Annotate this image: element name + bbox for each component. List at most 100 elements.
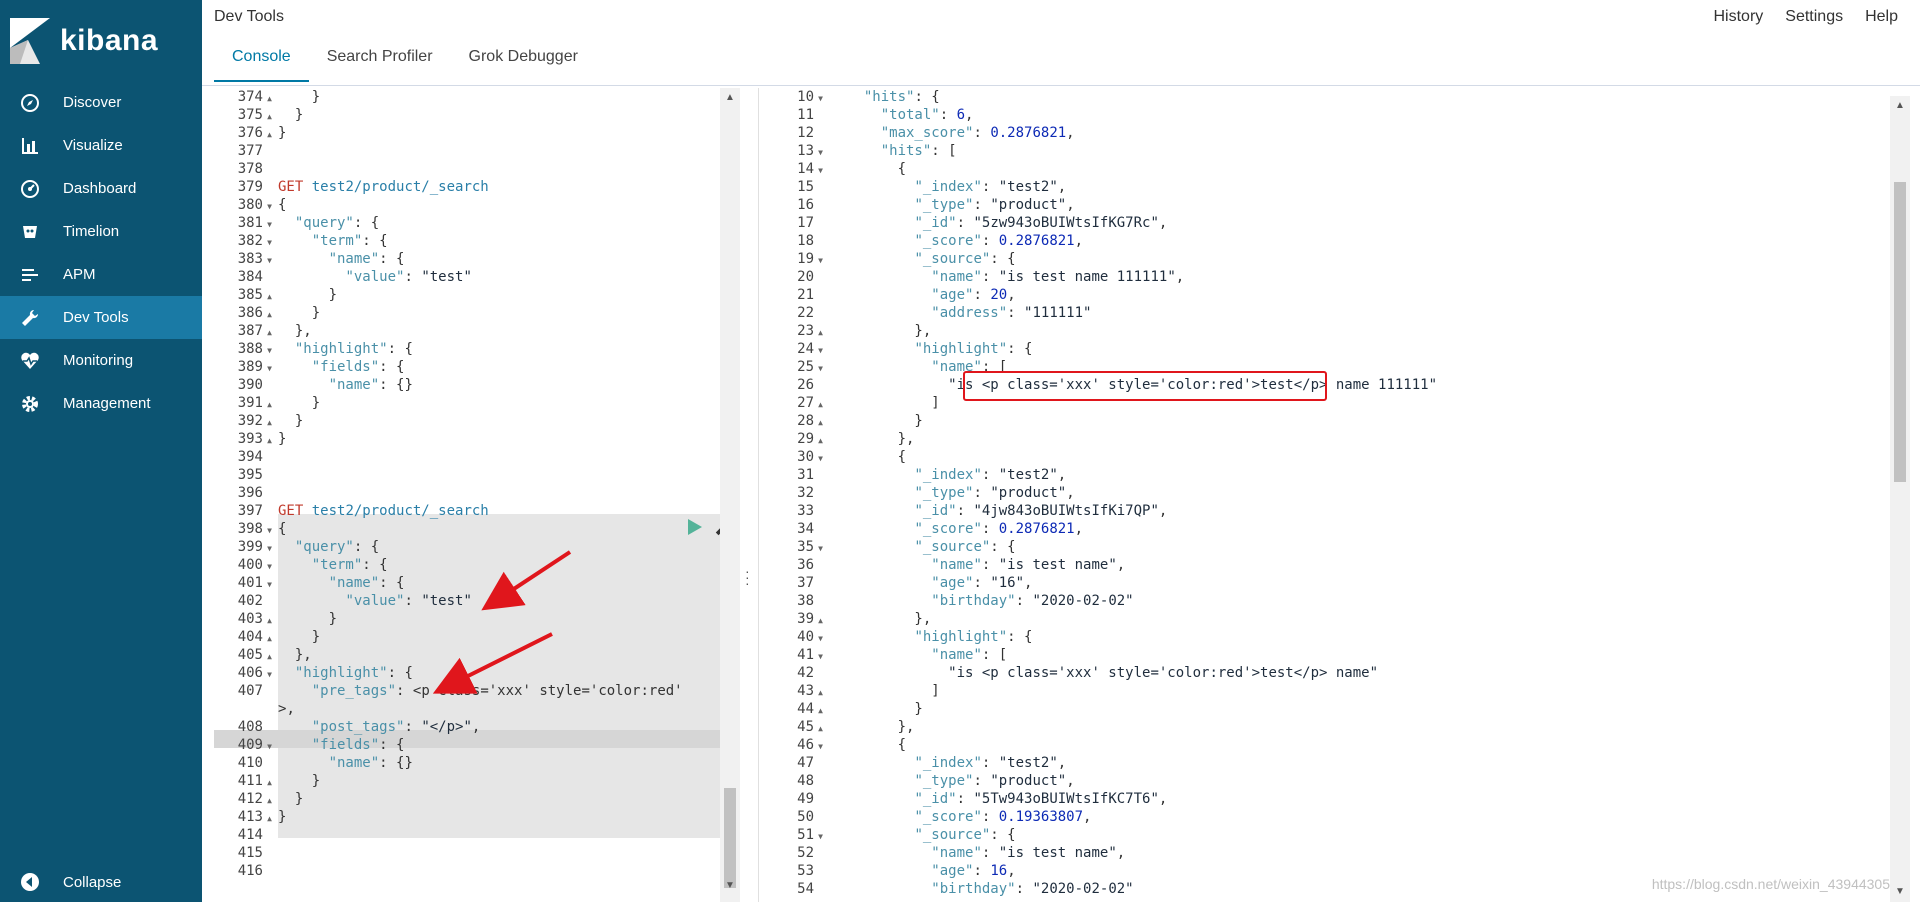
code-line: "value": "test"	[345, 269, 472, 285]
output-code[interactable]: "hits": { "total": 6, "max_score": 0.287…	[847, 88, 1887, 898]
response-output[interactable]: 10 ▼ 11 12 13 ▼ 14 ▼ 15 16 17 18 19 ▼ 20 21 22 2…	[758, 88, 1908, 902]
line-number-text: 394	[237, 449, 263, 465]
line-number-text: 12	[797, 125, 814, 141]
line-number	[214, 700, 278, 718]
line-number-text: 401	[237, 575, 263, 591]
line-number-text: 28	[797, 413, 814, 429]
code-line: "value": "test"	[345, 593, 472, 609]
line-number: 16	[759, 196, 829, 214]
collapse-button[interactable]: Collapse	[0, 862, 202, 902]
scroll-up-arrow[interactable]: ▲	[724, 92, 736, 104]
line-number-text: 387	[237, 323, 263, 339]
help-link[interactable]: Help	[1865, 8, 1898, 26]
sidebar-item-label: Dashboard	[63, 180, 137, 197]
line-number: 14 ▼	[759, 160, 829, 178]
code-line: "name": [	[931, 647, 1008, 663]
line-number: 15	[759, 178, 829, 196]
tab-search-profiler[interactable]: Search Profiler	[309, 40, 451, 82]
line-number-text: 398	[237, 521, 263, 537]
top-links: History Settings Help	[1714, 8, 1920, 26]
line-number-text: 24	[797, 341, 814, 357]
line-number-text: 22	[797, 305, 814, 321]
line-number: 402	[214, 592, 278, 610]
line-number: 28 ▲	[759, 412, 829, 430]
line-number: 25 ▼	[759, 358, 829, 376]
sidebar-item-management[interactable]: Management	[0, 382, 202, 425]
sidebar-item-monitoring[interactable]: Monitoring	[0, 339, 202, 382]
output-scrollbar[interactable]: ▲ ▼	[1890, 96, 1910, 902]
line-number-text: 27	[797, 395, 814, 411]
history-link[interactable]: History	[1714, 8, 1764, 26]
pane-resizer[interactable]: · · ·	[740, 88, 758, 902]
sidebar-item-label: Dev Tools	[63, 309, 129, 326]
line-number-text: 11	[797, 107, 814, 123]
line-number: 34	[759, 520, 829, 538]
line-number-text: 52	[797, 845, 814, 861]
line-number: 408	[214, 718, 278, 736]
line-number: 27 ▲	[759, 394, 829, 412]
sidebar-item-timelion[interactable]: Timelion	[0, 210, 202, 253]
sidebar-item-discover[interactable]: Discover	[0, 81, 202, 124]
code-line: }	[847, 413, 923, 429]
line-number-text: 390	[237, 377, 263, 393]
line-number: 399 ▼	[214, 538, 278, 556]
code-line: "max_score": 0.2876821,	[880, 125, 1075, 141]
line-number: 32	[759, 484, 829, 502]
line-number-text: 51	[797, 827, 814, 843]
code-line: "name": {}	[328, 377, 413, 393]
sidebar-item-dev-tools[interactable]: Dev Tools	[0, 296, 202, 339]
line-number: 405 ▲	[214, 646, 278, 664]
line-number: 12	[759, 124, 829, 142]
line-number-text: 35	[797, 539, 814, 555]
sidebar-item-dashboard[interactable]: Dashboard	[0, 167, 202, 210]
code-line: "query": {	[294, 539, 380, 555]
sidebar-item-apm[interactable]: APM	[0, 253, 202, 296]
line-number-text: 43	[797, 683, 814, 699]
line-number-text: 31	[797, 467, 814, 483]
line-number: 22	[759, 304, 829, 322]
line-number: 409 ▼	[214, 736, 278, 754]
tab-bar: Console Search Profiler Grok Debugger	[214, 40, 596, 82]
collapse-icon	[18, 870, 42, 894]
line-number: 18	[759, 232, 829, 250]
console-editor[interactable]: 374 ▲ 375 ▲ 376 ▲ 377 378 379 380 ▼ 381 ▼ 382 ▼ 383 ▼…	[214, 88, 740, 902]
scroll-down-arrow[interactable]: ▼	[724, 880, 736, 892]
line-number-text: 381	[237, 215, 263, 231]
line-number: 392 ▲	[214, 412, 278, 430]
tab-grok-debugger[interactable]: Grok Debugger	[451, 40, 596, 82]
output-gutter: 10 ▼ 11 12 13 ▼ 14 ▼ 15 16 17 18 19 ▼ 20 21 22 2…	[759, 88, 829, 898]
editor-code[interactable]: } }} GET test2/product/_search { "query": …	[278, 88, 722, 902]
line-number: 41 ▼	[759, 646, 829, 664]
sidebar-item-label: Discover	[63, 94, 122, 111]
code-line: "highlight": {	[914, 341, 1033, 357]
tab-console[interactable]: Console	[214, 40, 309, 82]
code-line: "_type": "product",	[914, 485, 1075, 501]
line-number: 393 ▲	[214, 430, 278, 448]
code-line: },	[847, 323, 932, 339]
scroll-up-arrow[interactable]: ▲	[1894, 100, 1906, 112]
line-number-text: 40	[797, 629, 814, 645]
run-request-button[interactable]	[688, 519, 702, 535]
sidebar-item-visualize[interactable]: Visualize	[0, 124, 202, 167]
line-number-text: 386	[237, 305, 263, 321]
line-number-text: 399	[237, 539, 263, 555]
scroll-down-arrow[interactable]: ▼	[1894, 886, 1906, 898]
line-number-text: 26	[797, 377, 814, 393]
line-number: 379	[214, 178, 278, 196]
line-number-text: 25	[797, 359, 814, 375]
line-number-text: 15	[797, 179, 814, 195]
line-number-text: 389	[237, 359, 263, 375]
output-scroll-thumb[interactable]	[1894, 182, 1906, 482]
compass-icon	[18, 91, 42, 115]
line-number-text: 384	[237, 269, 263, 285]
line-number-text: 17	[797, 215, 814, 231]
line-number: 36	[759, 556, 829, 574]
kibana-logo[interactable]: kibana	[10, 16, 158, 66]
editor-gutter: 374 ▲ 375 ▲ 376 ▲ 377 378 379 380 ▼ 381 ▼ 382 ▼ 383 ▼…	[214, 88, 278, 902]
editor-scroll-thumb[interactable]	[724, 788, 736, 888]
line-number: 403 ▲	[214, 610, 278, 628]
settings-link[interactable]: Settings	[1785, 8, 1843, 26]
editor-scrollbar[interactable]: ▲ ▼	[720, 88, 740, 902]
